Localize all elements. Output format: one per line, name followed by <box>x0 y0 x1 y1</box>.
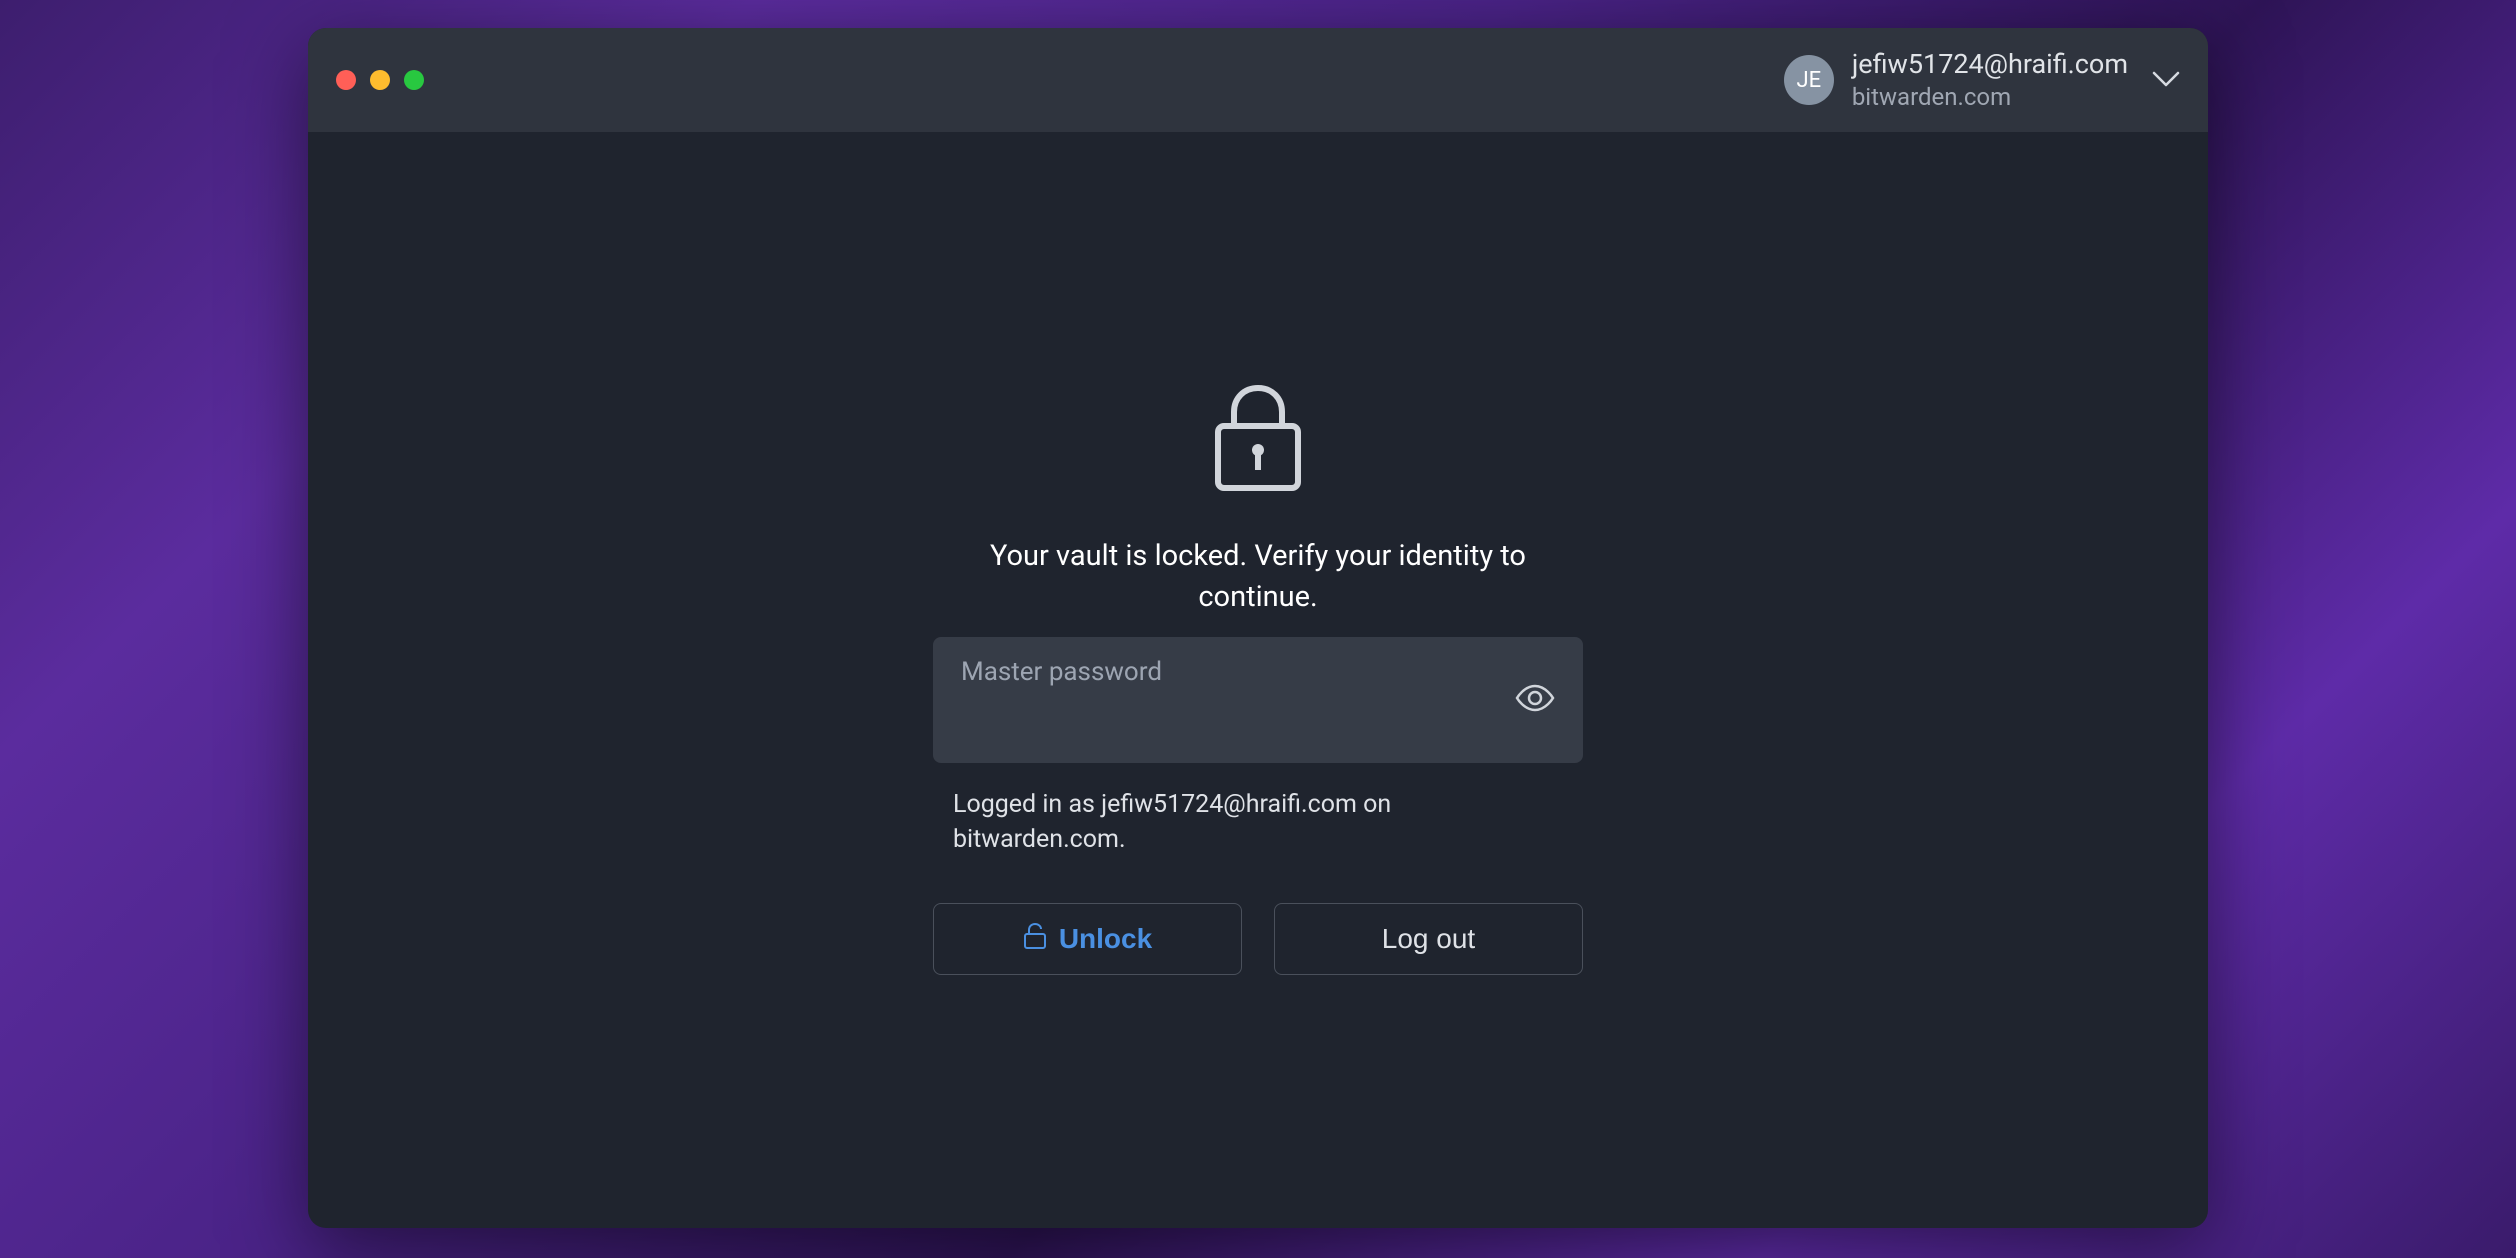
account-domain: bitwarden.com <box>1852 82 2128 112</box>
traffic-lights <box>336 70 424 90</box>
avatar: JE <box>1784 55 1834 105</box>
show-password-icon[interactable] <box>1515 684 1555 716</box>
master-password-input[interactable] <box>961 697 1493 745</box>
account-email: jefiw51724@hraifi.com <box>1852 48 2128 82</box>
chevron-down-icon <box>2152 66 2180 94</box>
minimize-window-button[interactable] <box>370 70 390 90</box>
main-content: Your vault is locked. Verify your identi… <box>308 132 2208 1228</box>
logout-button-label: Log out <box>1382 923 1475 955</box>
unlock-button[interactable]: Unlock <box>933 903 1242 975</box>
master-password-field-wrapper[interactable]: Master password <box>933 637 1583 763</box>
logged-in-status: Logged in as jefiw51724@hraifi.com on bi… <box>933 787 1583 857</box>
unlock-icon <box>1023 922 1047 957</box>
button-row: Unlock Log out <box>933 903 1583 975</box>
lock-icon <box>1210 382 1306 498</box>
logout-button[interactable]: Log out <box>1274 903 1583 975</box>
title-bar: JE jefiw51724@hraifi.com bitwarden.com <box>308 28 2208 132</box>
account-switcher[interactable]: JE jefiw51724@hraifi.com bitwarden.com <box>1784 48 2180 112</box>
master-password-label: Master password <box>961 657 1162 687</box>
app-window: JE jefiw51724@hraifi.com bitwarden.com <box>308 28 2208 1228</box>
account-text: jefiw51724@hraifi.com bitwarden.com <box>1852 48 2128 112</box>
vault-locked-message: Your vault is locked. Verify your identi… <box>978 536 1538 617</box>
maximize-window-button[interactable] <box>404 70 424 90</box>
avatar-initials: JE <box>1796 68 1821 93</box>
unlock-button-label: Unlock <box>1059 923 1152 955</box>
close-window-button[interactable] <box>336 70 356 90</box>
